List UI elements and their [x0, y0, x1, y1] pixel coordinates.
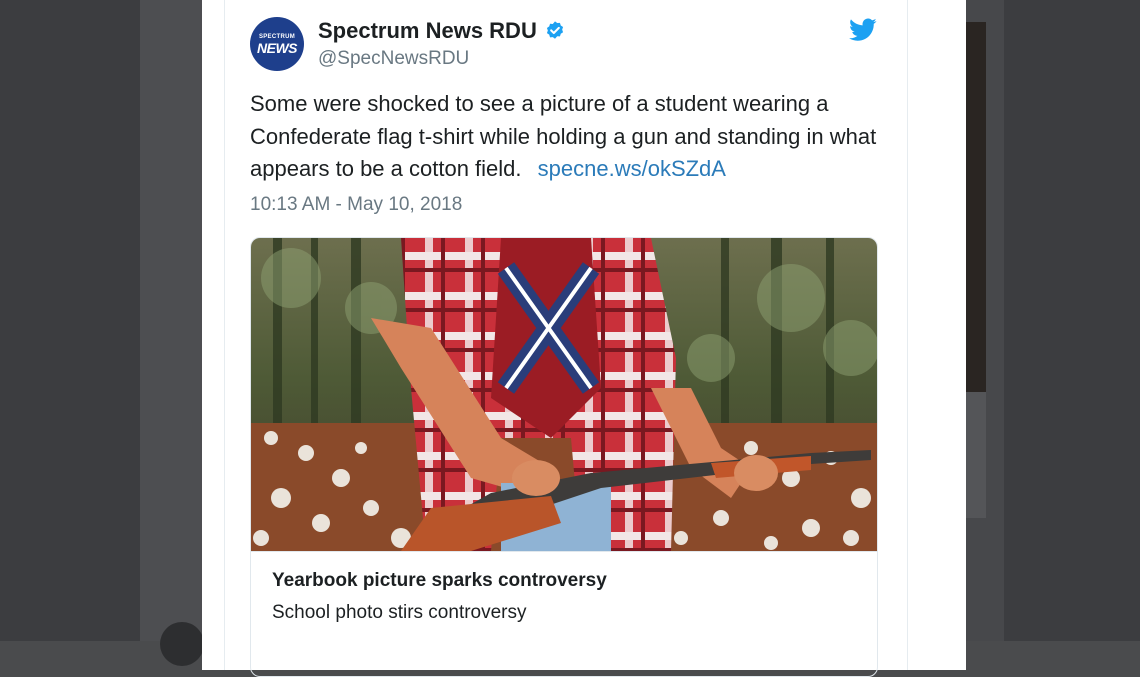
background-avatar — [160, 622, 204, 666]
tweet-text: Some were shocked to see a picture of a … — [250, 88, 890, 186]
tweet-link[interactable]: specne.ws/okSZdA — [538, 156, 726, 181]
background-right-card-image — [966, 22, 986, 392]
avatar-line2: NEWS — [257, 39, 298, 56]
avatar-line1: SPECTRUM — [258, 33, 296, 40]
author-name[interactable]: Spectrum News RDU — [318, 18, 566, 44]
avatar[interactable]: SPECTRUM NEWS — [250, 17, 304, 71]
card-description: School photo stirs controversy — [272, 602, 527, 623]
link-card[interactable]: Yearbook picture sparks controversy Scho… — [250, 237, 878, 677]
tweet-embed: SPECTRUM NEWS Spectrum News RDU @SpecNew… — [202, 0, 966, 677]
verified-badge-icon — [546, 21, 563, 39]
card-title[interactable]: Yearbook picture sparks controversy — [272, 570, 607, 592]
card-image[interactable] — [251, 238, 877, 551]
twitter-bird-icon[interactable] — [849, 18, 877, 42]
tweet-timestamp[interactable]: 10:13 AM - May 10, 2018 — [250, 194, 462, 216]
background-right-card — [966, 392, 986, 518]
background-left-panel — [140, 0, 202, 641]
card-divider — [251, 551, 877, 552]
background-right-strip — [1004, 0, 1140, 641]
author-name-text: Spectrum News RDU — [318, 18, 537, 43]
author-handle[interactable]: @SpecNewsRDU — [318, 48, 469, 70]
background-left-strip — [0, 0, 140, 641]
